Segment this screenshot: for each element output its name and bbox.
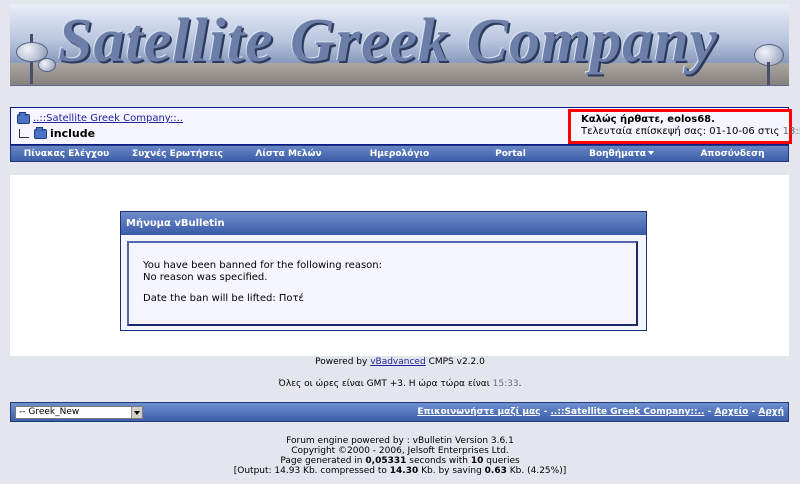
forum-home-icon[interactable]: [17, 111, 30, 124]
gen-queries: 10: [470, 456, 484, 466]
style-chooser-value: -- Greek_New: [19, 407, 80, 417]
gen-seconds: 0,05331: [365, 456, 407, 466]
dropdown-arrow-icon[interactable]: [131, 407, 142, 418]
breadcrumb-forum-link[interactable]: ..::Satellite Greek Company::..: [33, 113, 183, 124]
caret-down-icon: [647, 150, 654, 155]
nav-user-cp[interactable]: Πίνακας Ελέγχου: [11, 149, 122, 159]
nav-label: Ημερολόγιο: [369, 148, 430, 159]
footer-links: Επικοινωνήστε μαζί μας - ..::Satellite G…: [417, 407, 784, 417]
message-title: Μήνυμα vBulletin: [121, 212, 646, 235]
nav-label: Λίστα Μελών: [255, 148, 322, 159]
copyright-footer: Forum engine powered by : vBulletin Vers…: [0, 436, 800, 476]
gen-prefix: Page generated in: [280, 456, 363, 466]
vbadvanced-link[interactable]: vBadvanced: [370, 357, 425, 367]
out-suffix: Kb. (4.25%)]: [509, 466, 567, 476]
nav-label: Βοηθήματα: [589, 148, 646, 159]
archive-link[interactable]: Αρχείο: [714, 407, 748, 417]
powered-by: Powered by vBadvanced CMPS v2.2.0: [0, 357, 800, 367]
timezone-text: Όλες οι ώρες είναι GMT +3. Η ώρα τώρα εί…: [278, 379, 490, 389]
nav-calendar[interactable]: Ημερολόγιο: [344, 149, 455, 159]
link-separator: -: [748, 407, 759, 417]
out-compressed: 14.30: [389, 466, 419, 476]
message-box: Μήνυμα vBulletin You have been banned fo…: [120, 211, 647, 331]
timezone-end: .: [518, 379, 522, 389]
nav-label: Συχνές Ερωτήσεις: [131, 148, 224, 159]
out-saved: 0.63: [484, 466, 507, 476]
antenna-mast: [767, 62, 770, 85]
link-separator: -: [540, 407, 551, 417]
breadcrumb: ..::Satellite Greek Company::..: [17, 111, 183, 124]
nav-portal[interactable]: Portal: [455, 149, 566, 159]
out-prefix: [Output: 14.93 Kb. compressed to: [233, 466, 387, 476]
gen-mid: seconds with: [409, 456, 469, 466]
copyright-line: Copyright ©2000 - 2006, Jelsoft Enterpri…: [291, 446, 509, 456]
engine-line: Forum engine powered by : vBulletin Vers…: [286, 436, 514, 446]
last-visit-time: 13:59: [782, 126, 800, 137]
satellite-dish-icon: [38, 58, 56, 72]
powered-prefix: Powered by: [315, 357, 368, 367]
style-chooser-select[interactable]: -- Greek_New: [15, 406, 143, 419]
welcome-greeting: Καλώς ήρθατε, eolos68.: [581, 114, 715, 125]
gen-suffix: queries: [486, 456, 520, 466]
nav-logout[interactable]: Αποσύνδεση: [677, 149, 788, 159]
ban-lift-date: Date the ban will be lifted: Ποτέ: [143, 293, 304, 304]
site-banner: Satellite Greek Company: [10, 4, 789, 86]
page-title: include: [50, 127, 96, 140]
nav-tools-menu[interactable]: Βοηθήματα: [566, 149, 677, 159]
tree-branch-icon: [19, 129, 29, 138]
timezone-note: Όλες οι ώρες είναι GMT +3. Η ώρα τώρα εί…: [0, 379, 800, 389]
last-visit: Τελευταία επίσκεψή σας: 01-10-06 στις 13…: [581, 126, 800, 137]
main-navbar: Πίνακας Ελέγχου Συχνές Ερωτήσεις Λίστα Μ…: [10, 145, 789, 162]
nav-label: Πίνακας Ελέγχου: [23, 148, 110, 159]
output-line: [Output: 14.93 Kb. compressed to 14.30 K…: [0, 466, 800, 476]
last-visit-label: Τελευταία επίσκεψή σας: 01-10-06 στις: [581, 126, 780, 137]
out-mid: Kb. by saving: [421, 466, 482, 476]
home-site-link[interactable]: ..::Satellite Greek Company::..: [550, 407, 704, 417]
footer-bar: -- Greek_New Επικοινωνήστε μαζί μας - ..…: [10, 402, 789, 422]
main-panel: Μήνυμα vBulletin You have been banned fo…: [10, 175, 789, 356]
top-link[interactable]: Αρχή: [758, 407, 784, 417]
ban-reason-label: You have been banned for the following r…: [143, 260, 382, 271]
nav-members-list[interactable]: Λίστα Μελών: [233, 149, 344, 159]
ban-reason: No reason was specified.: [143, 272, 268, 283]
powered-suffix: CMPS v2.2.0: [428, 357, 485, 367]
contact-us-link[interactable]: Επικοινωνήστε μαζί μας: [417, 407, 540, 417]
page-generated-line: Page generated in 0,05331 seconds with 1…: [0, 456, 800, 466]
banner-title: Satellite Greek Company: [58, 7, 719, 75]
nav-label: Portal: [495, 148, 526, 159]
folder-open-icon: [34, 126, 47, 139]
link-separator: -: [704, 407, 715, 417]
nav-label: Αποσύνδεση: [700, 148, 765, 159]
message-body: You have been banned for the following r…: [127, 241, 638, 326]
current-time: 15:33: [492, 379, 519, 389]
breadcrumb-current: include: [19, 126, 96, 140]
welcome-panel: Καλώς ήρθατε, eolos68. Τελευταία επίσκεψ…: [568, 109, 800, 144]
nav-faq[interactable]: Συχνές Ερωτήσεις: [122, 149, 233, 159]
